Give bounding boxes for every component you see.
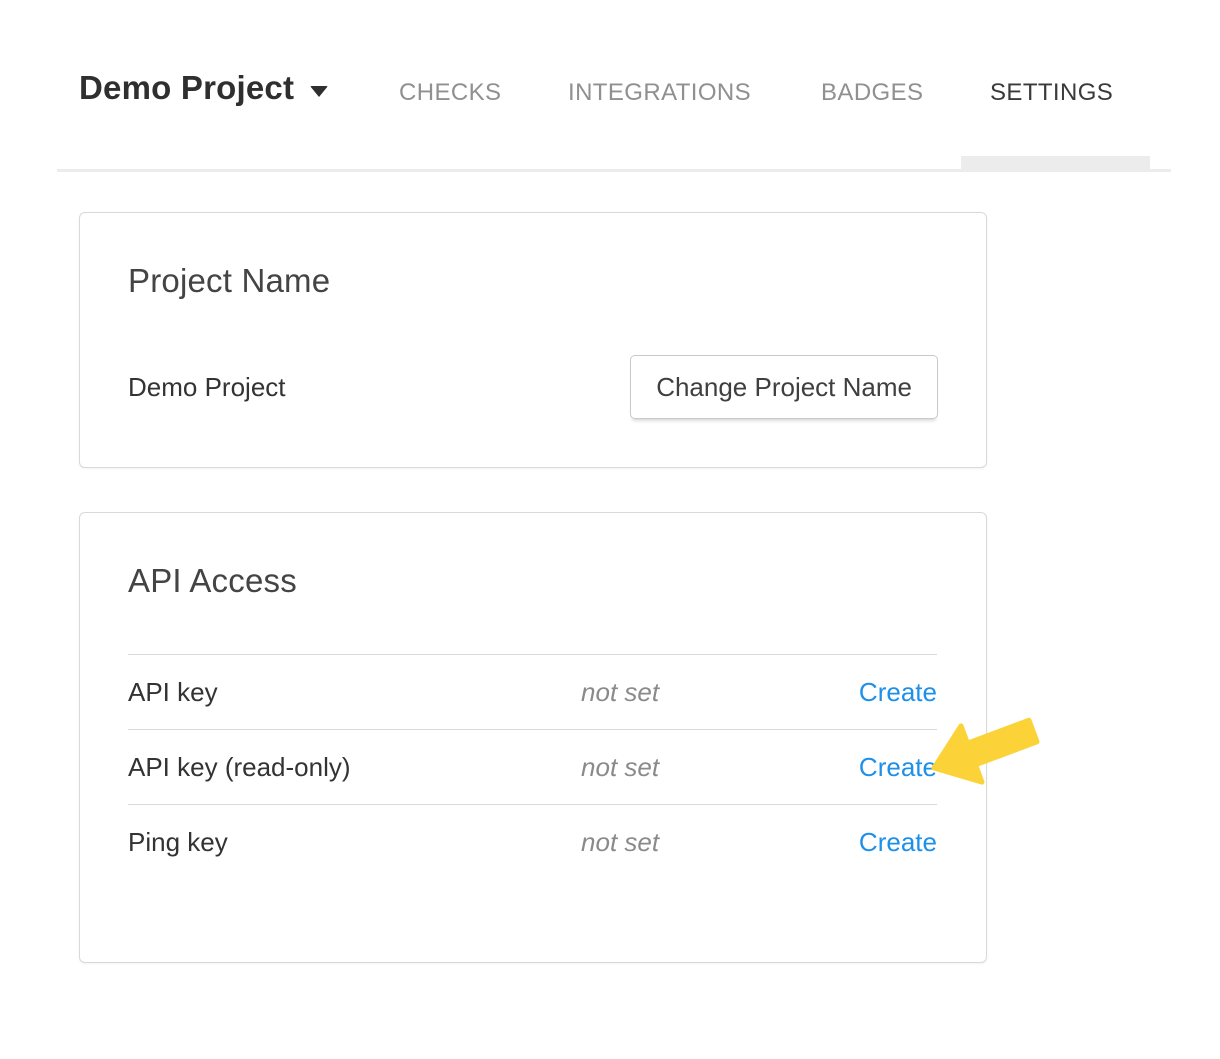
active-tab-indicator xyxy=(961,156,1150,170)
ping-key-label: Ping key xyxy=(128,827,581,858)
create-api-key-link[interactable]: Create xyxy=(859,677,937,707)
create-ping-key-link[interactable]: Create xyxy=(859,827,937,857)
tab-checks[interactable]: CHECKS xyxy=(399,78,501,108)
table-row-ping-key: Ping key not set Create xyxy=(128,804,937,879)
tab-settings[interactable]: SETTINGS xyxy=(990,78,1113,108)
project-name-value: Demo Project xyxy=(128,372,286,403)
create-api-key-readonly-link[interactable]: Create xyxy=(859,752,937,782)
chevron-down-icon xyxy=(310,86,328,97)
project-name-card-title: Project Name xyxy=(128,261,938,301)
api-access-card: API Access API key not set Create API ke… xyxy=(79,512,987,963)
api-key-readonly-label: API key (read-only) xyxy=(128,752,581,783)
api-keys-table: API key not set Create API key (read-onl… xyxy=(128,654,937,879)
project-name-row: Demo Project Change Project Name xyxy=(128,355,938,419)
tab-integrations[interactable]: INTEGRATIONS xyxy=(568,78,751,108)
nav-underline xyxy=(57,169,1171,172)
change-project-name-button[interactable]: Change Project Name xyxy=(630,355,938,419)
project-switcher[interactable]: Demo Project xyxy=(79,68,328,108)
api-key-label: API key xyxy=(128,677,581,708)
project-title: Demo Project xyxy=(79,68,294,108)
api-key-value: not set xyxy=(581,677,832,708)
project-name-card: Project Name Demo Project Change Project… xyxy=(79,212,987,468)
ping-key-value: not set xyxy=(581,827,832,858)
settings-content: Project Name Demo Project Change Project… xyxy=(79,212,987,963)
table-row-api-key: API key not set Create xyxy=(128,654,937,729)
tab-badges[interactable]: BADGES xyxy=(821,78,923,108)
api-key-readonly-value: not set xyxy=(581,752,832,783)
table-row-api-key-readonly: API key (read-only) not set Create xyxy=(128,729,937,804)
api-access-card-title: API Access xyxy=(128,561,938,601)
